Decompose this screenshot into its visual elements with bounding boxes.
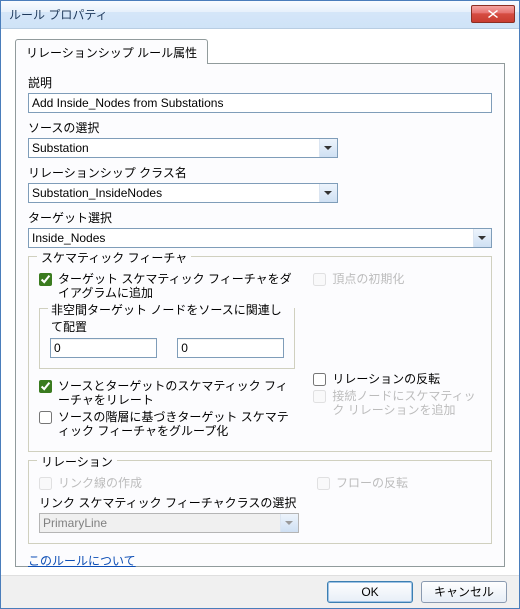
label-target-select: ターゲット選択 [28, 209, 492, 226]
chk-invert-flow [317, 477, 330, 490]
chk-add-target-diagram[interactable] [39, 273, 52, 286]
description-field[interactable] [28, 93, 492, 113]
source-select-value: Substation [32, 141, 89, 155]
group-schematic-feature: スケマティック フィーチャ ターゲット スケマティック フィーチャをダイアグラム… [28, 256, 492, 452]
source-select-dropdown[interactable]: Substation [28, 138, 338, 158]
dialog-window: ルール プロパティ リレーションシップ ルール属性 説明 ソースの選択 Subs… [0, 0, 520, 609]
label-description: 説明 [28, 74, 492, 91]
chk-invert-flow-label: フローの反転 [336, 476, 408, 490]
chk-create-links [39, 477, 52, 490]
chk-init-vertex [313, 273, 326, 286]
chk-add-conn-schema-label: 接続ノードにスケマティック リレーションを追加 [332, 389, 481, 417]
group-nonspatial-legend: 非空間ターゲット ノードをソースに関連して配置 [48, 301, 294, 335]
chk-add-conn-schema [313, 390, 326, 403]
group-relation: リレーション リンク線の作成 リンク スケマティック フィーチャクラスの選択 P… [28, 460, 492, 544]
chk-init-vertex-label: 頂点の初期化 [332, 272, 404, 286]
link-class-value: PrimaryLine [43, 516, 107, 530]
close-button[interactable] [471, 5, 515, 23]
ok-button[interactable]: OK [327, 581, 413, 603]
about-rule-link[interactable]: このルールについて [28, 552, 136, 569]
group-relation-legend: リレーション [37, 453, 117, 470]
client-area: リレーションシップ ルール属性 説明 ソースの選択 Substation リレー… [1, 29, 519, 575]
rel-class-dropdown[interactable]: Substation_InsideNodes [28, 183, 338, 203]
target-select-dropdown[interactable]: Inside_Nodes [28, 228, 492, 248]
chk-relate-src-tgt-label: ソースとターゲットのスケマティック フィーチャをリレート [58, 379, 295, 407]
label-source-select: ソースの選択 [28, 119, 492, 136]
group-schematic-feature-legend: スケマティック フィーチャ [37, 249, 191, 266]
radius-field[interactable] [50, 338, 157, 358]
rel-class-value: Substation_InsideNodes [32, 186, 162, 200]
cancel-button[interactable]: キャンセル [421, 581, 507, 603]
tab-relationship-attrs[interactable]: リレーションシップ ルール属性 [15, 39, 208, 64]
window-title: ルール プロパティ [9, 6, 471, 23]
group-nonspatial: 非空間ターゲット ノードをソースに関連して配置 半径 角度 [39, 308, 295, 369]
button-bar: OK キャンセル [1, 575, 519, 608]
chk-invert-relation-label: リレーションの反転 [332, 372, 440, 386]
label-link-class: リンク スケマティック フィーチャクラスの選択 [39, 494, 299, 511]
close-icon [488, 10, 498, 18]
chk-add-target-diagram-label: ターゲット スケマティック フィーチャをダイアグラムに追加 [58, 272, 295, 300]
title-bar: ルール プロパティ [1, 1, 519, 29]
chk-invert-relation[interactable] [313, 373, 326, 386]
label-rel-class: リレーションシップ クラス名 [28, 164, 492, 181]
tab-strip: リレーションシップ ルール属性 [15, 39, 505, 63]
chk-group-hierarchy[interactable] [39, 411, 52, 424]
chk-relate-src-tgt[interactable] [39, 380, 52, 393]
target-select-value: Inside_Nodes [32, 231, 105, 245]
chk-create-links-label: リンク線の作成 [58, 476, 142, 490]
angle-field[interactable] [177, 338, 284, 358]
chk-group-hierarchy-label: ソースの階層に基づきターゲット スケマティック フィーチャをグループ化 [58, 410, 295, 438]
tab-panel: 説明 ソースの選択 Substation リレーションシップ クラス名 Subs… [15, 63, 505, 567]
link-class-dropdown: PrimaryLine [39, 513, 299, 533]
